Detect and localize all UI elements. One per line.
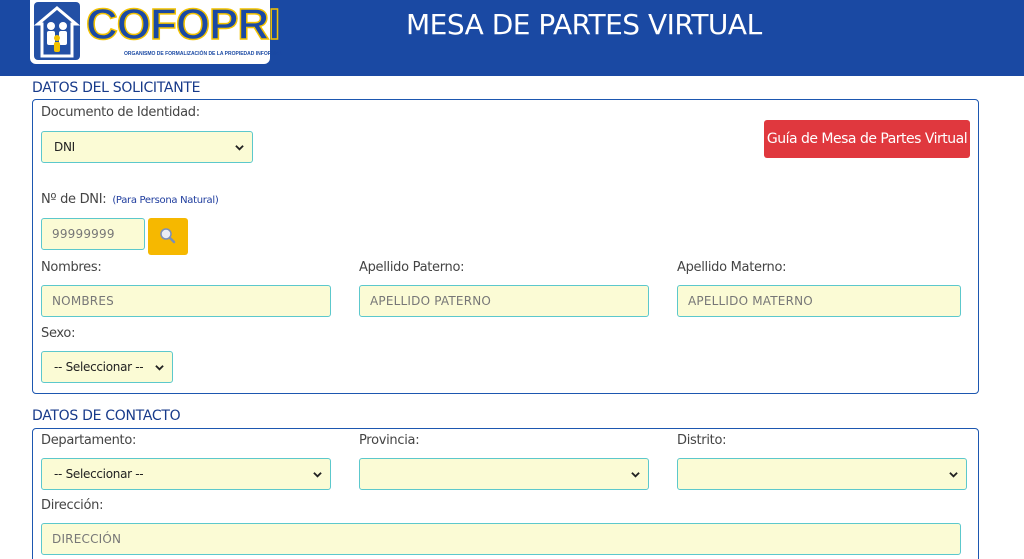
direccion-input[interactable]: DIRECCIÓN bbox=[41, 523, 961, 555]
logo-wordmark: COFOPRI bbox=[85, 0, 281, 50]
dni-hint: (Para Persona Natural) bbox=[112, 195, 219, 206]
guide-button[interactable]: Guía de Mesa de Partes Virtual bbox=[764, 120, 970, 158]
chevron-down-icon bbox=[235, 145, 244, 151]
distrito-label: Distrito: bbox=[677, 433, 727, 448]
chevron-down-icon bbox=[313, 472, 322, 478]
section-title-solicitante: DATOS DEL SOLICITANTE bbox=[32, 80, 201, 96]
sexo-label: Sexo: bbox=[41, 326, 76, 341]
doc-label: Documento de Identidad: bbox=[41, 105, 200, 120]
doc-type-value: DNI bbox=[54, 140, 75, 154]
apellido-paterno-input[interactable]: APELLIDO PATERNO bbox=[359, 285, 649, 317]
chevron-down-icon bbox=[949, 472, 958, 478]
nombres-label: Nombres: bbox=[41, 260, 102, 275]
departamento-select[interactable]: -- Seleccionar -- bbox=[41, 458, 331, 490]
nombres-input[interactable]: NOMBRES bbox=[41, 285, 331, 317]
logo-subtitle: ORGANISMO DE FORMALIZACIÓN DE LA PROPIED… bbox=[124, 51, 283, 57]
dni-label: Nº de DNI: bbox=[41, 192, 107, 207]
direccion-label: Dirección: bbox=[41, 498, 104, 513]
chevron-down-icon bbox=[631, 472, 640, 478]
provincia-select[interactable] bbox=[359, 458, 649, 490]
cofopri-logo[interactable]: COFOPRI ORGANISMO DE FORMALIZACIÓN DE LA… bbox=[30, 0, 282, 64]
materno-label: Apellido Materno: bbox=[677, 260, 787, 275]
sexo-select[interactable]: -- Seleccionar -- bbox=[41, 351, 173, 383]
departamento-value: -- Seleccionar -- bbox=[54, 467, 144, 481]
page-header: COFOPRI ORGANISMO DE FORMALIZACIÓN DE LA… bbox=[0, 0, 1024, 76]
paterno-label: Apellido Paterno: bbox=[359, 260, 465, 275]
dni-label-row: Nº de DNI: (Para Persona Natural) bbox=[41, 192, 219, 207]
apellido-materno-input[interactable]: APELLIDO MATERNO bbox=[677, 285, 961, 317]
page-title: MESA DE PARTES VIRTUAL bbox=[406, 8, 762, 41]
section-title-contacto: DATOS DE CONTACTO bbox=[32, 408, 181, 424]
doc-type-select[interactable]: DNI bbox=[41, 131, 253, 163]
magnifier-icon bbox=[160, 228, 176, 244]
search-dni-button[interactable] bbox=[148, 218, 188, 255]
family-house-icon bbox=[34, 2, 80, 60]
sexo-value: -- Seleccionar -- bbox=[54, 360, 144, 374]
distrito-select[interactable] bbox=[677, 458, 967, 490]
provincia-label: Provincia: bbox=[359, 433, 420, 448]
departamento-label: Departamento: bbox=[41, 433, 137, 448]
chevron-down-icon bbox=[155, 365, 164, 371]
dni-input[interactable]: 99999999 bbox=[41, 218, 145, 250]
